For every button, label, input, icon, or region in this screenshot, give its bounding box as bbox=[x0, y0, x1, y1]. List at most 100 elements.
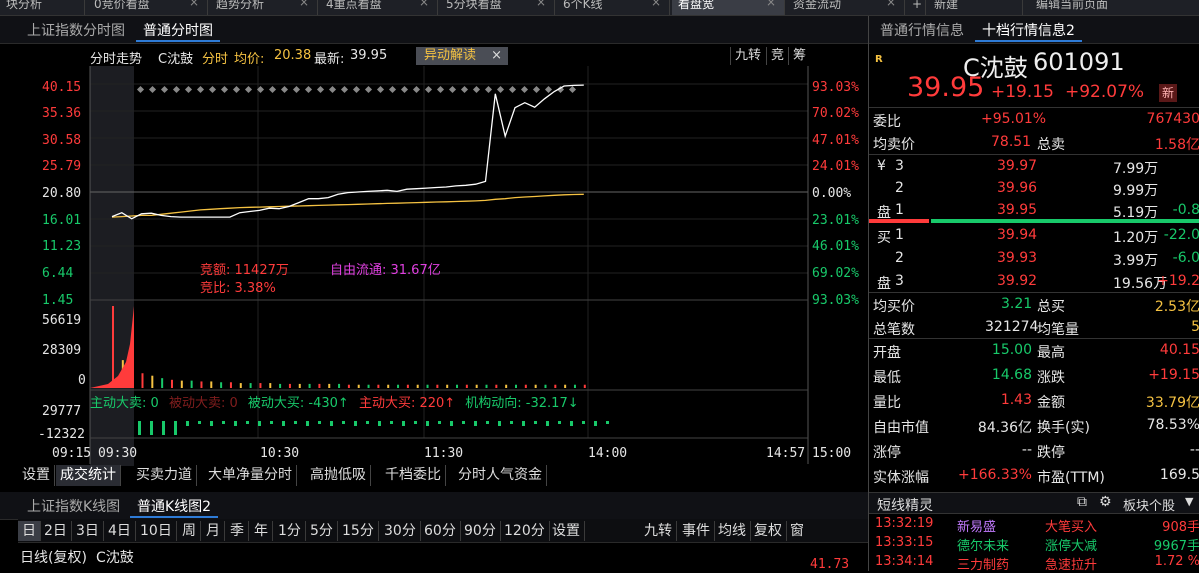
period-15min[interactable]: 15分 bbox=[338, 521, 379, 541]
close-icon[interactable]: × bbox=[536, 0, 546, 8]
close-icon[interactable]: × bbox=[299, 0, 309, 8]
volume-bar bbox=[210, 381, 213, 388]
ask-change: -0.8 bbox=[1172, 202, 1199, 218]
volume-bar bbox=[564, 384, 567, 388]
sprite-time: 13:32:19 bbox=[875, 516, 934, 531]
sprite-event: 急速拉升 bbox=[1045, 558, 1098, 573]
volume-bar bbox=[161, 378, 164, 388]
sprite-row[interactable]: 13:32:19 新易盛 大笔买入 908手 bbox=[871, 515, 1199, 535]
flow-axis-tick: 29777 bbox=[42, 404, 82, 419]
period-60min[interactable]: 60分 bbox=[420, 521, 461, 541]
flow-bar bbox=[282, 421, 285, 426]
period-120min[interactable]: 120分 bbox=[500, 521, 550, 541]
tab-normal-kline[interactable]: 普通K线图2 bbox=[130, 496, 219, 518]
tab-label: 0竞价看盘 bbox=[94, 0, 150, 11]
ask-level-row[interactable]: ¥3 39.97 7.99万 bbox=[871, 155, 1199, 178]
workspace-tab[interactable]: 块分析 bbox=[0, 0, 85, 15]
period-2day[interactable]: 2日 bbox=[40, 521, 72, 541]
add-tab-icon[interactable]: + bbox=[910, 0, 926, 15]
period-10day[interactable]: 10日 bbox=[136, 521, 177, 541]
new-page-button[interactable]: 新建 bbox=[928, 0, 1023, 15]
tab-normal-timeshare[interactable]: 普通分时图 bbox=[136, 20, 220, 42]
time-tick: 15:00 bbox=[812, 446, 852, 461]
flow-bar bbox=[390, 421, 393, 424]
level-index: 2 bbox=[895, 180, 904, 196]
tab-index-timeshare[interactable]: 上证指数分时图 bbox=[20, 20, 132, 42]
adjust-button[interactable]: 复权 bbox=[750, 521, 787, 541]
workspace-tab[interactable]: 4重点看盘 × bbox=[320, 0, 438, 15]
tab-big-order-net[interactable]: 大单净量分时 bbox=[204, 465, 297, 486]
tab-thousand-ratio[interactable]: 千档委比 bbox=[381, 465, 446, 486]
sector-filter[interactable]: 板块个股 bbox=[1123, 495, 1175, 514]
sprite-row[interactable]: 13:34:14 三力制药 急速拉升 1.72 % bbox=[871, 553, 1199, 573]
bid-level-row[interactable]: 盘 3 39.92 19.56万 +19.2 bbox=[871, 270, 1199, 293]
tab-buy-sell-power[interactable]: 买卖力道 bbox=[132, 465, 197, 486]
close-icon[interactable]: × bbox=[189, 0, 199, 8]
bid-level-row[interactable]: 买 1 39.94 1.20万 -22.0 bbox=[871, 224, 1199, 247]
pct-axis-tick: 23.01% bbox=[812, 213, 859, 228]
kline-period-toolbar: 日 2日 3日 4日 10日 周 月 季 年 1分 5分 15分 30分 60分… bbox=[18, 519, 868, 543]
tab-popularity-fund[interactable]: 分时人气资金 bbox=[454, 465, 547, 486]
tab-ten-level-quote[interactable]: 十档行情信息2 bbox=[975, 20, 1082, 42]
bid-level-row[interactable]: 2 39.93 3.99万 -6.0 bbox=[871, 247, 1199, 270]
stat-row: 实体涨幅 +166.33% 市盈(TTM) 169.5 bbox=[871, 464, 1199, 487]
ask-level-row[interactable]: 2 39.96 9.99万 bbox=[871, 177, 1199, 200]
avg-ask-row: 均卖价 78.51 总卖 1.58亿 bbox=[871, 131, 1199, 154]
close-icon[interactable]: × bbox=[766, 0, 776, 8]
price-axis-tick: 16.01 bbox=[42, 213, 82, 228]
tab-settings[interactable]: 设置 bbox=[18, 465, 55, 486]
tab-index-kline[interactable]: 上证指数K线图 bbox=[20, 496, 127, 518]
workspace-tab[interactable]: 资金流动 × bbox=[787, 0, 905, 15]
flow-bar bbox=[570, 421, 573, 426]
period-1min[interactable]: 1分 bbox=[274, 521, 306, 541]
close-icon[interactable]: × bbox=[886, 0, 896, 8]
flow-label-active-sell: 主动大卖: 0 bbox=[90, 396, 159, 411]
gear-icon[interactable]: ⚙ bbox=[1099, 494, 1112, 510]
workspace-tab[interactable]: 6个K线 × bbox=[557, 0, 670, 15]
volume-bar bbox=[239, 383, 242, 388]
tab-high-low[interactable]: 高抛低吸 bbox=[306, 465, 371, 486]
volume-bar bbox=[554, 384, 557, 388]
volume-bar bbox=[288, 383, 291, 388]
period-90min[interactable]: 90分 bbox=[460, 521, 501, 541]
close-icon[interactable]: × bbox=[419, 0, 429, 8]
row-value: 2.53亿 bbox=[1154, 299, 1199, 315]
ma-button[interactable]: 均线 bbox=[714, 521, 751, 541]
period-year[interactable]: 年 bbox=[250, 521, 273, 541]
workspace-tab-active[interactable]: 看盘宽 × bbox=[672, 0, 785, 15]
ask-bar bbox=[869, 219, 929, 223]
period-week[interactable]: 周 bbox=[178, 521, 201, 541]
period-3day[interactable]: 3日 bbox=[72, 521, 104, 541]
tab-trade-stats[interactable]: 成交统计 bbox=[56, 465, 121, 486]
close-icon[interactable]: × bbox=[651, 0, 661, 8]
stat-value: 33.79亿 bbox=[1145, 395, 1199, 411]
flow-label-passive-buy: 被动大买: -430↑ bbox=[247, 396, 349, 411]
flow-bar bbox=[414, 421, 417, 424]
timeshare-subtabs: 上证指数分时图 普通分时图 bbox=[0, 16, 868, 44]
quote-subtabs: 普通行情信息 十档行情信息2 bbox=[869, 16, 1199, 44]
kline-settings[interactable]: 设置 bbox=[548, 521, 585, 541]
chevron-down-icon[interactable]: ▼ bbox=[1185, 495, 1193, 508]
window-button[interactable]: 窗 bbox=[786, 521, 808, 541]
period-day[interactable]: 日 bbox=[18, 521, 41, 541]
free-float: 自由流通: 31.67亿 bbox=[330, 263, 441, 278]
edit-page-button[interactable]: 编辑当前页面 bbox=[1030, 0, 1199, 15]
jiuzhuan-button[interactable]: 九转 bbox=[640, 521, 677, 541]
period-4day[interactable]: 4日 bbox=[104, 521, 136, 541]
period-month[interactable]: 月 bbox=[202, 521, 225, 541]
period-30min[interactable]: 30分 bbox=[380, 521, 421, 541]
workspace-tab[interactable]: 5分块看盘 × bbox=[440, 0, 555, 15]
stat-label: 涨跌 bbox=[1037, 370, 1065, 386]
period-quarter[interactable]: 季 bbox=[226, 521, 249, 541]
flow-bar bbox=[294, 421, 297, 424]
sprite-row[interactable]: 13:33:15 德尔未来 涨停大减 9967手 bbox=[871, 534, 1199, 554]
workspace-tab[interactable]: 0竞价看盘 × bbox=[88, 0, 208, 15]
ask-price: 39.95 bbox=[997, 202, 1038, 218]
period-5min[interactable]: 5分 bbox=[306, 521, 338, 541]
workspace-tab[interactable]: 趋势分析 × bbox=[210, 0, 318, 15]
flow-bar bbox=[522, 421, 525, 426]
event-button[interactable]: 事件 bbox=[678, 521, 715, 541]
flow-bar bbox=[498, 421, 501, 426]
popout-icon[interactable]: ⧉ bbox=[1077, 494, 1087, 510]
tab-normal-quote[interactable]: 普通行情信息 bbox=[873, 20, 971, 42]
